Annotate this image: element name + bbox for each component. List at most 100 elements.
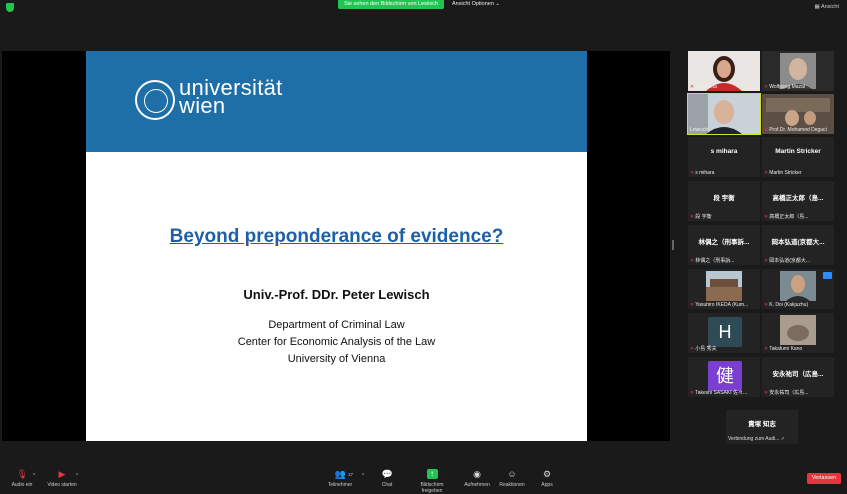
participant-center-name: 責塚 知志 — [748, 421, 776, 428]
record-label: Aufnehmen — [464, 482, 490, 488]
participant-tile[interactable]: H ✕小島 秀夫 — [688, 313, 760, 353]
muted-mic-icon: ✕ — [690, 214, 695, 220]
audio-button[interactable]: 🎙 Audio ein — [0, 469, 44, 488]
camera-off-icon: ▶ — [58, 469, 66, 479]
participant-tile[interactable]: 林偶之（刑事訴... ✕林偶之（刑事訴... — [688, 225, 760, 265]
participant-name: Takafumi Kano — [769, 346, 803, 352]
security-shield-icon[interactable] — [6, 3, 14, 12]
affiliation-line: Department of Criminal Law — [268, 319, 405, 331]
participants-label: Teilnehmer — [327, 482, 353, 488]
participant-tile[interactable]: ✕Tateyama — [688, 51, 760, 91]
gallery-resize-handle[interactable] — [672, 240, 674, 250]
participant-center-name: 岡本弘道(京都大... — [771, 239, 825, 246]
participant-center-name: 段 宇衡 — [713, 195, 735, 202]
participant-tile[interactable]: ✕Prof.Dr. Mohamed Deguci — [762, 94, 834, 134]
view-button[interactable]: ▦ Ansicht — [815, 4, 839, 10]
participant-avatar: H — [708, 317, 742, 347]
university-seal-icon — [135, 80, 175, 120]
share-screen-icon: ↑ — [426, 469, 438, 479]
chat-icon: 💬 — [381, 469, 393, 479]
grid-icon: ▦ — [814, 4, 820, 10]
more-options-icon[interactable] — [823, 272, 832, 279]
view-options-dropdown[interactable]: Ansicht Optionen ⌄ — [452, 0, 500, 9]
muted-mic-icon: ✕ — [764, 127, 769, 133]
video-label: Video starten — [47, 482, 77, 488]
participant-tile[interactable]: 段 宇衡 ✕段 宇衡 — [688, 181, 760, 221]
chevron-down-icon: ⌄ — [495, 1, 501, 7]
meeting-toolbar: 🎙 Audio ein ^ ▶ Video starten ^ 👥 Teilne… — [0, 465, 847, 494]
participant-tile[interactable]: Martin Stricker ✕Martin Stricker — [762, 137, 834, 177]
connecting-status-text: Verbindung zum Audi... — [728, 436, 780, 442]
participant-name: K. Doi (Kakjuzhu) — [769, 302, 809, 308]
participant-center-name: Martin Stricker — [775, 148, 821, 155]
share-label: Bildschirm freigeben — [420, 482, 444, 494]
chevron-up-icon[interactable]: ^ — [33, 473, 35, 479]
reactions-label: Reaktionen — [499, 482, 525, 488]
viewing-screen-banner: Sie sehen den Bildschirm von Lewisch — [338, 0, 444, 9]
people-icon: 👥 — [334, 469, 346, 479]
apps-icon: ⚙ — [542, 469, 552, 479]
chat-button[interactable]: 💬 Chat — [365, 469, 409, 488]
participant-center-name: 高橋正太郎（島... — [772, 195, 824, 202]
participant-center-name: s mihara — [710, 148, 738, 155]
participant-tile[interactable]: ✕Wolfgang Mazal — [762, 51, 834, 91]
slide-affiliation: Department of Criminal Law Center for Ec… — [86, 317, 587, 368]
view-button-label: Ansicht — [820, 4, 839, 10]
participant-name: Yasuhiro IKEDA (Kum... — [695, 302, 749, 308]
participant-name: 小島 秀夫 — [695, 346, 717, 352]
slide-header-banner: universität wien — [86, 51, 587, 152]
chat-label: Chat — [381, 482, 393, 488]
participant-tile[interactable]: ✕Yasuhiro IKEDA (Kum... — [688, 269, 760, 309]
participant-name: 高橋正太郎（島... — [769, 214, 809, 220]
muted-mic-icon: ✕ — [764, 258, 769, 264]
participant-center-name: 安永祐司（広島... — [772, 371, 824, 378]
participant-name: Prof.Dr. Mohamed Deguci — [769, 127, 827, 133]
participant-tile[interactable]: 岡本弘道(京都大... ✕岡本弘道(京都大... — [762, 225, 834, 265]
participant-tile[interactable]: s mihara ✕s mihara — [688, 137, 760, 177]
participant-tile[interactable]: 安永祐司（広島... ✕安永祐司（広島... — [762, 357, 834, 397]
share-screen-button[interactable]: ↑ Bildschirm freigeben — [410, 469, 454, 494]
connecting-status: Verbindung zum Audi... ✓ — [728, 436, 785, 442]
mic-off-icon: 🎙 — [16, 469, 28, 479]
participants-button[interactable]: 👥 Teilnehmer — [318, 469, 362, 488]
participant-tile-connecting[interactable]: 責塚 知志 Verbindung zum Audi... ✓ — [726, 410, 798, 444]
muted-mic-icon: ✕ — [764, 84, 769, 90]
participant-name: Takeshi SASAKI 佐々... — [695, 390, 748, 396]
participant-name: 林偶之（刑事訴... — [695, 258, 735, 264]
participant-name: 段 宇衡 — [695, 214, 712, 220]
muted-mic-icon: ✕ — [690, 258, 695, 264]
participant-name: Lewisch — [690, 127, 709, 133]
university-logo: universität wien — [179, 77, 283, 117]
muted-mic-icon: ✕ — [690, 346, 695, 352]
leave-button[interactable]: Verlassen — [807, 473, 841, 484]
muted-mic-icon: ✕ — [764, 302, 769, 308]
muted-mic-icon: ✕ — [690, 302, 695, 308]
participant-tile[interactable]: 健 ✕Takeshi SASAKI 佐々... — [688, 357, 760, 397]
check-icon: ✓ — [780, 436, 786, 442]
audio-label: Audio ein — [11, 482, 33, 488]
apps-button[interactable]: ⚙ Apps — [525, 469, 569, 488]
participant-center-name: 林偶之（刑事訴... — [698, 239, 750, 246]
participant-tile[interactable]: ✕K. Doi (Kakjuzhu) — [762, 269, 834, 309]
apps-label: Apps — [541, 482, 553, 488]
chevron-up-icon[interactable]: ^ — [76, 473, 78, 479]
participant-tile[interactable]: 高橋正太郎（島... ✕高橋正太郎（島... — [762, 181, 834, 221]
affiliation-line: Center for Economic Analysis of the Law — [237, 336, 436, 348]
participant-tile-active-speaker[interactable]: Lewisch — [687, 93, 761, 135]
muted-mic-icon: ✕ — [764, 170, 769, 176]
slide-title: Beyond preponderance of evidence? — [169, 226, 504, 247]
muted-mic-icon: ✕ — [764, 214, 769, 220]
participant-name: Tateyama — [695, 84, 717, 90]
muted-mic-icon: ✕ — [690, 84, 695, 90]
participant-name: Martin Stricker — [769, 170, 802, 176]
meeting-topbar: Sie sehen den Bildschirm von Lewisch Ans… — [0, 0, 847, 14]
affiliation-line: University of Vienna — [287, 353, 386, 365]
participant-tile[interactable]: ✕Takafumi Kano — [762, 313, 834, 353]
chevron-up-icon[interactable]: ^ — [362, 473, 364, 479]
participant-name: 安永祐司（広島... — [769, 390, 809, 396]
muted-mic-icon: ✕ — [690, 390, 695, 396]
smiley-icon: ☺ — [507, 469, 517, 479]
participant-gallery: ✕Tateyama ✕Wolfgang Mazal Lewisch ✕Prof.… — [686, 50, 836, 450]
participant-name: s mihara — [695, 170, 715, 176]
muted-mic-icon: ✕ — [764, 390, 769, 396]
